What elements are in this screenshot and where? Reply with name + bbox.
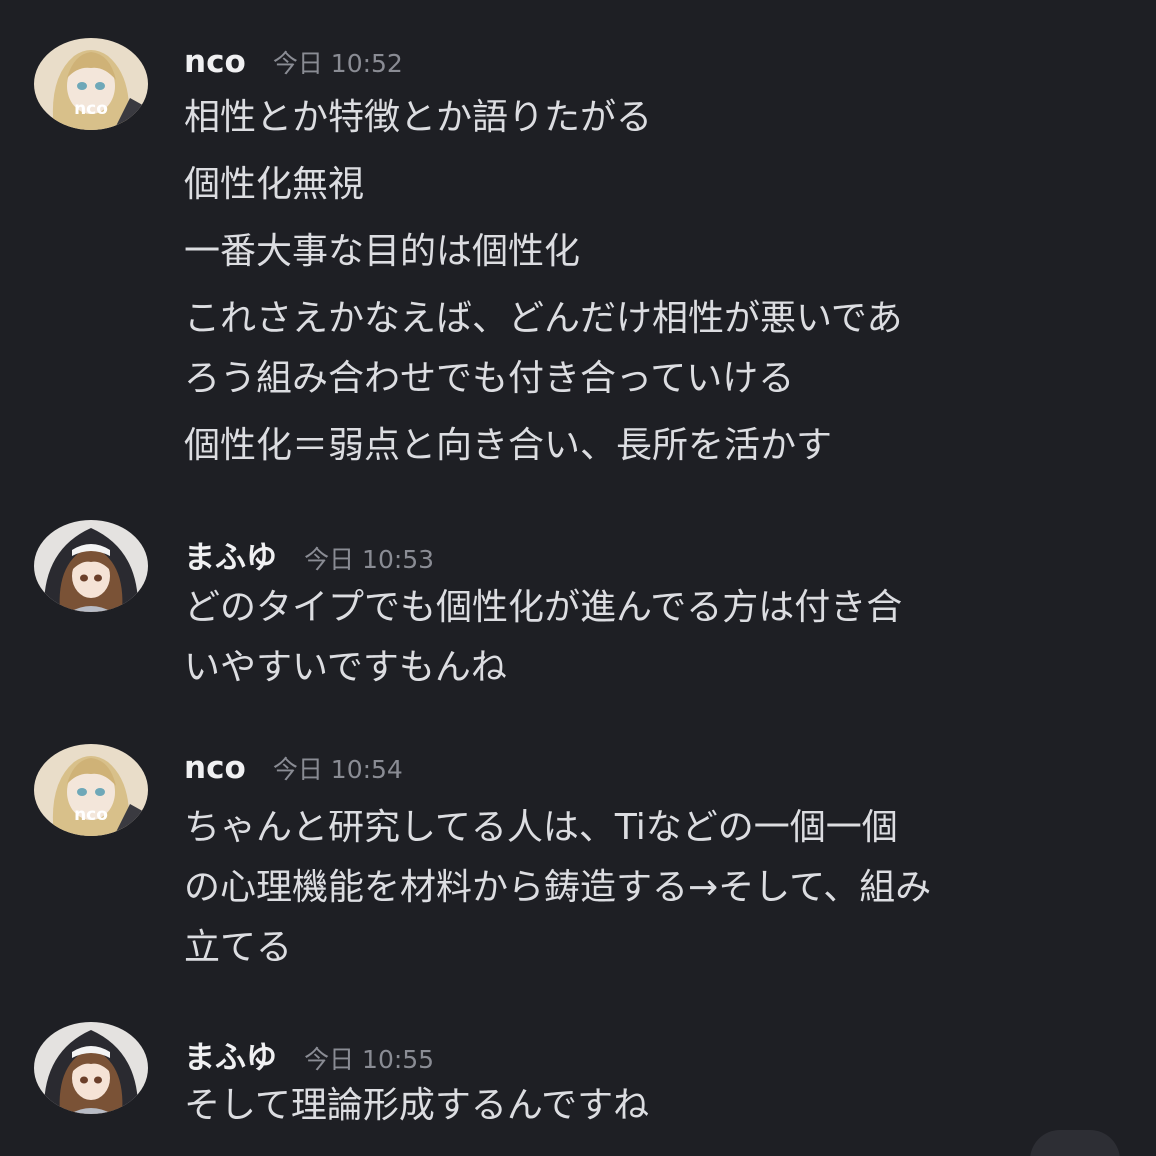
message-body: ちゃんと研究してる人は、Tiなどの一個一個 の心理機能を材料から鋳造する→そして… — [184, 798, 1134, 978]
message-line: 個性化＝弱点と向き合い、長所を活かす — [184, 425, 833, 466]
avatar-nun-icon[interactable] — [34, 1022, 148, 1114]
message-line: ろう組み合わせでも付き合っていける — [184, 358, 795, 399]
timestamp: 今日 10:55 — [304, 1045, 435, 1074]
message-line: 立てる — [184, 927, 293, 968]
avatar-blonde-icon[interactable]: nco — [34, 744, 148, 836]
avatar-image — [34, 520, 148, 612]
message-line: ちゃんと研究してる人は、Tiなどの一個一個 — [184, 807, 898, 848]
message-body: どのタイプでも個性化が進んでる方は付き合 いやすいですもんね — [184, 578, 1134, 698]
message-header: まふゆ 今日 10:55 — [184, 1032, 435, 1076]
chat-log: nco nco 今日 10:52 相性とか特徴とか語りたがる 個性化無視 一番大… — [0, 0, 1156, 1156]
avatar-nun-icon[interactable] — [34, 520, 148, 612]
timestamp: 今日 10:53 — [304, 545, 435, 574]
message-header: nco 今日 10:54 — [184, 750, 403, 790]
message-line: 個性化無視 — [184, 164, 365, 205]
avatar-blonde-icon[interactable]: nco — [34, 38, 148, 130]
message-line: いやすいですもんね — [184, 647, 507, 688]
message-line: これさえかなえば、どんだけ相性が悪いであ — [184, 298, 903, 339]
message-header: まふゆ 今日 10:53 — [184, 532, 435, 576]
timestamp: 今日 10:52 — [272, 49, 403, 78]
message-body: そして理論形成するんですね — [184, 1076, 1134, 1136]
avatar-label: nco — [74, 99, 108, 119]
author-name[interactable]: まふゆ — [184, 1040, 277, 1076]
message-line: どのタイプでも個性化が進んでる方は付き合 — [184, 587, 903, 628]
message-line: そして理論形成するんですね — [184, 1085, 650, 1126]
avatar-image: nco — [34, 38, 148, 130]
message-header: nco 今日 10:52 — [184, 44, 403, 84]
message-body: 相性とか特徴とか語りたがる 個性化無視 一番大事な目的は個性化 これさえかなえば… — [184, 88, 1134, 476]
author-name[interactable]: まふゆ — [184, 540, 277, 576]
message-line: 一番大事な目的は個性化 — [184, 231, 581, 272]
avatar-label: nco — [74, 805, 108, 825]
author-name[interactable]: nco — [184, 750, 246, 786]
message-line: 相性とか特徴とか語りたがる — [184, 97, 653, 138]
avatar-image: nco — [34, 744, 148, 836]
avatar-image — [34, 1022, 148, 1114]
timestamp: 今日 10:54 — [272, 755, 403, 784]
author-name[interactable]: nco — [184, 44, 246, 80]
message-line: の心理機能を材料から鋳造する→そして、組み — [184, 867, 932, 908]
